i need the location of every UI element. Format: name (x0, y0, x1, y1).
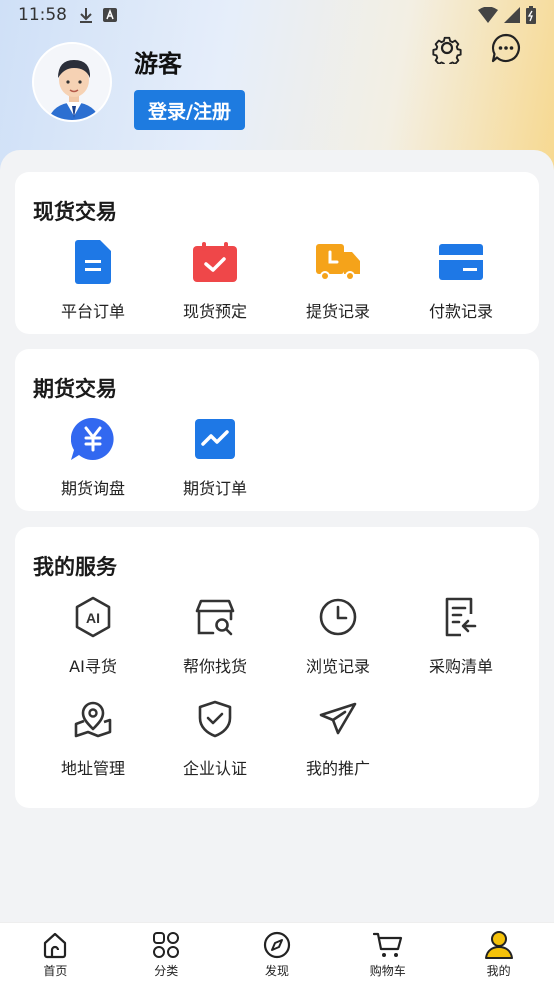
service-item-ai-search[interactable]: AI AI寻货 (32, 595, 154, 677)
paper-plane-icon (319, 702, 357, 735)
futures-trade-title: 期货交易 (33, 377, 117, 401)
tab-cart[interactable]: 购物车 (332, 923, 443, 984)
service-item-label: 我的推广 (305, 759, 370, 778)
service-item-browse-history[interactable]: 浏览记录 (277, 595, 399, 677)
wifi-icon (478, 7, 498, 23)
status-time: 11:58 (18, 5, 67, 25)
tab-discover[interactable]: 发现 (222, 923, 333, 984)
username: 游客 (134, 50, 182, 78)
tab-label: 购物车 (369, 964, 406, 978)
spot-item-label: 付款记录 (428, 302, 493, 321)
service-item-label: AI寻货 (69, 657, 117, 676)
compass-icon (263, 931, 291, 959)
service-item-find-goods[interactable]: 帮你找货 (154, 595, 276, 677)
document-icon (75, 240, 111, 284)
futures-item-inquiry[interactable]: 期货询盘 (32, 417, 154, 499)
bottom-tab-bar: 首页 分类 发现 购物车 我的 (0, 922, 554, 984)
card-icon (439, 244, 483, 280)
futures-item-label: 期货询盘 (60, 479, 125, 498)
spot-trade-card: 现货交易 平台订单 现货预定 提货记录 付款记录 (15, 172, 539, 334)
spot-trade-title: 现货交易 (33, 200, 117, 224)
service-item-label: 地址管理 (60, 759, 125, 778)
store-search-icon (195, 599, 235, 636)
tab-label: 发现 (264, 964, 289, 978)
futures-trade-card: 期货交易 期货询盘 期货订单 (15, 349, 539, 511)
spot-item-pickup-records[interactable]: 提货记录 (277, 240, 399, 322)
tab-category[interactable]: 分类 (111, 923, 222, 984)
list-return-icon (445, 597, 477, 637)
clock-icon (319, 598, 357, 636)
spot-item-label: 提货记录 (305, 302, 370, 321)
futures-item-orders[interactable]: 期货订单 (154, 417, 276, 499)
service-item-label: 帮你找货 (182, 657, 247, 676)
avatar[interactable] (32, 42, 112, 122)
spot-item-label: 现货预定 (182, 302, 247, 321)
map-pin-icon (74, 701, 112, 738)
text-a-icon (103, 8, 117, 22)
spot-item-spot-booking[interactable]: 现货预定 (154, 240, 276, 322)
settings-gear-icon[interactable] (431, 32, 463, 64)
tab-mine[interactable]: 我的 (443, 923, 554, 984)
shield-check-icon (198, 700, 232, 738)
truck-icon (316, 244, 360, 281)
status-bar: 11:58 (0, 0, 554, 30)
ai-hexagon-icon: AI (75, 596, 111, 638)
service-item-enterprise-verify[interactable]: 企业认证 (154, 697, 276, 779)
user-icon (484, 931, 513, 959)
spot-item-label: 平台订单 (60, 302, 125, 321)
category-icon (153, 932, 180, 958)
service-item-purchase-list[interactable]: 采购清单 (400, 595, 522, 677)
tab-home[interactable]: 首页 (0, 923, 111, 984)
home-icon (44, 932, 67, 959)
yuan-chat-icon (71, 418, 114, 460)
service-item-label: 浏览记录 (305, 657, 370, 676)
my-services-title: 我的服务 (33, 555, 117, 579)
my-services-card: 我的服务 AI AI寻货 帮你找货 浏览记录 采购清单 地址管理 企业认证 我的… (15, 527, 539, 808)
login-register-button[interactable]: 登录/注册 (134, 90, 245, 130)
download-icon (80, 8, 92, 23)
service-item-address[interactable]: 地址管理 (32, 697, 154, 779)
service-item-label: 采购清单 (428, 657, 493, 676)
spot-item-platform-orders[interactable]: 平台订单 (32, 240, 154, 322)
cart-icon (372, 932, 402, 957)
service-item-promotion[interactable]: 我的推广 (277, 697, 399, 779)
spot-item-payment-records[interactable]: 付款记录 (400, 240, 522, 322)
tab-label: 分类 (154, 964, 179, 978)
service-item-label: 企业认证 (182, 759, 247, 778)
signal-icon (504, 7, 520, 23)
tab-label: 我的 (486, 964, 511, 978)
trend-icon (195, 419, 235, 459)
message-chat-icon[interactable] (490, 32, 522, 64)
battery-icon (526, 6, 536, 24)
tab-label: 首页 (43, 964, 68, 978)
futures-item-label: 期货订单 (182, 479, 247, 498)
svg-text:AI: AI (86, 610, 100, 626)
calendar-check-icon (193, 242, 237, 282)
